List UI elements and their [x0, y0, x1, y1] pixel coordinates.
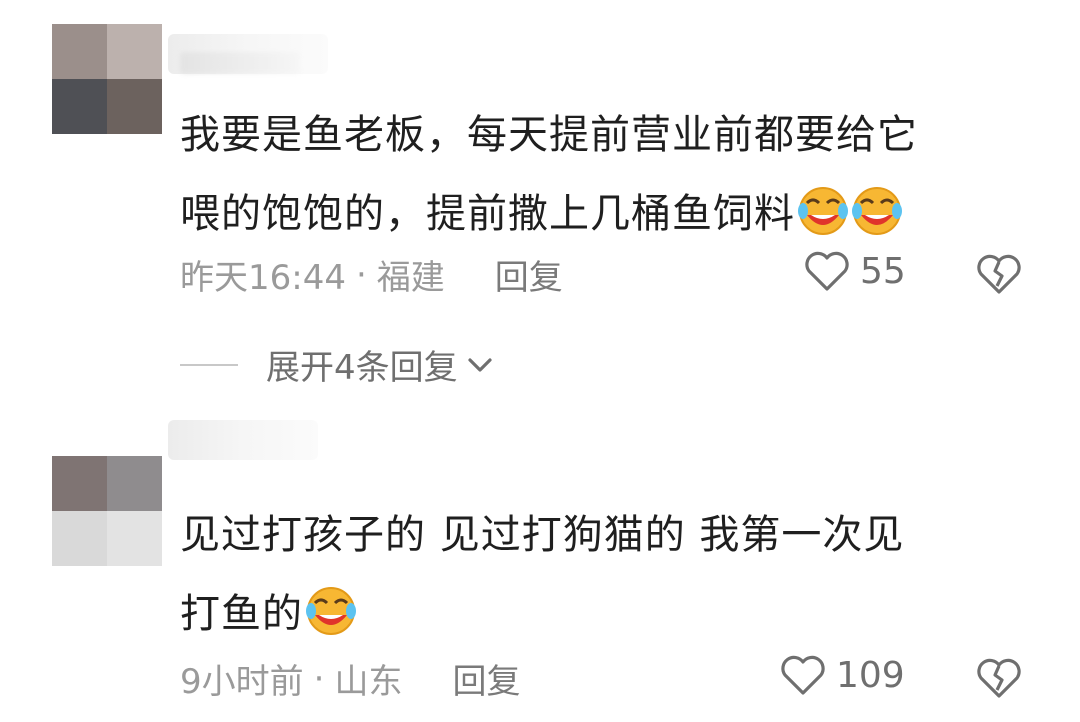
laughing-crying-emoji-icon: [852, 187, 902, 235]
like-count: 109: [836, 654, 905, 696]
avatar[interactable]: [52, 456, 162, 566]
comment-text-fragment: 打鱼的: [180, 591, 303, 637]
comment-time: 9小时前: [180, 662, 304, 702]
blurred-nickname-text: [180, 52, 300, 74]
comment-text-line: 见过打孩子的 见过打狗猫的 我第一次见: [180, 512, 905, 558]
reply-button[interactable]: 回复: [495, 250, 563, 299]
heart-icon: [781, 655, 825, 695]
comment-location: 福建: [376, 258, 445, 298]
like-count: 55: [860, 250, 906, 292]
meta-separator: ·: [355, 254, 367, 295]
comment-text-fragment: 喂的饱饱的，提前撒上几桶鱼饲料: [180, 191, 795, 237]
comment-meta: 昨天16:44 · 福建 回复: [180, 250, 563, 299]
broken-heart-icon[interactable]: [976, 253, 1022, 295]
expand-replies-label: 展开4条回复: [266, 348, 458, 388]
comment-text-line: 打鱼的: [180, 575, 1010, 654]
comment-meta: 9小时前 · 山东 回复: [180, 654, 520, 703]
avatar[interactable]: [52, 24, 162, 134]
expand-divider: [180, 363, 238, 366]
heart-icon: [805, 251, 849, 291]
meta-separator: ·: [313, 658, 325, 699]
comment-text-line: 喂的饱饱的，提前撒上几桶鱼饲料: [180, 175, 1010, 254]
like-button[interactable]: 55: [804, 250, 906, 292]
broken-heart-icon[interactable]: [976, 657, 1022, 699]
like-button[interactable]: 109: [780, 654, 905, 696]
laughing-crying-emoji-icon: [306, 587, 356, 635]
reply-button[interactable]: 回复: [452, 654, 520, 703]
comment-location: 山东: [334, 662, 403, 702]
comment-item: 我要是鱼老板，每天提前营业前都要给它 喂的饱饱的，提前撒上几桶鱼饲料 昨天16:…: [0, 0, 1080, 400]
comment-text: 见过打孩子的 见过打狗猫的 我第一次见 打鱼的: [180, 496, 1010, 654]
comment-text: 我要是鱼老板，每天提前营业前都要给它 喂的饱饱的，提前撒上几桶鱼饲料: [180, 96, 1010, 254]
comment-text-line: 我要是鱼老板，每天提前营业前都要给它: [180, 112, 918, 158]
laughing-crying-emoji-icon: [798, 187, 848, 235]
expand-replies-button[interactable]: 展开4条回复: [180, 340, 494, 389]
comment-time: 昨天16:44: [180, 258, 346, 298]
chevron-down-icon: [468, 357, 492, 372]
blurred-nickname: [168, 420, 318, 460]
comment-item: 见过打孩子的 见过打狗猫的 我第一次见 打鱼的 9小时前 · 山东 回复 109: [0, 400, 1080, 722]
